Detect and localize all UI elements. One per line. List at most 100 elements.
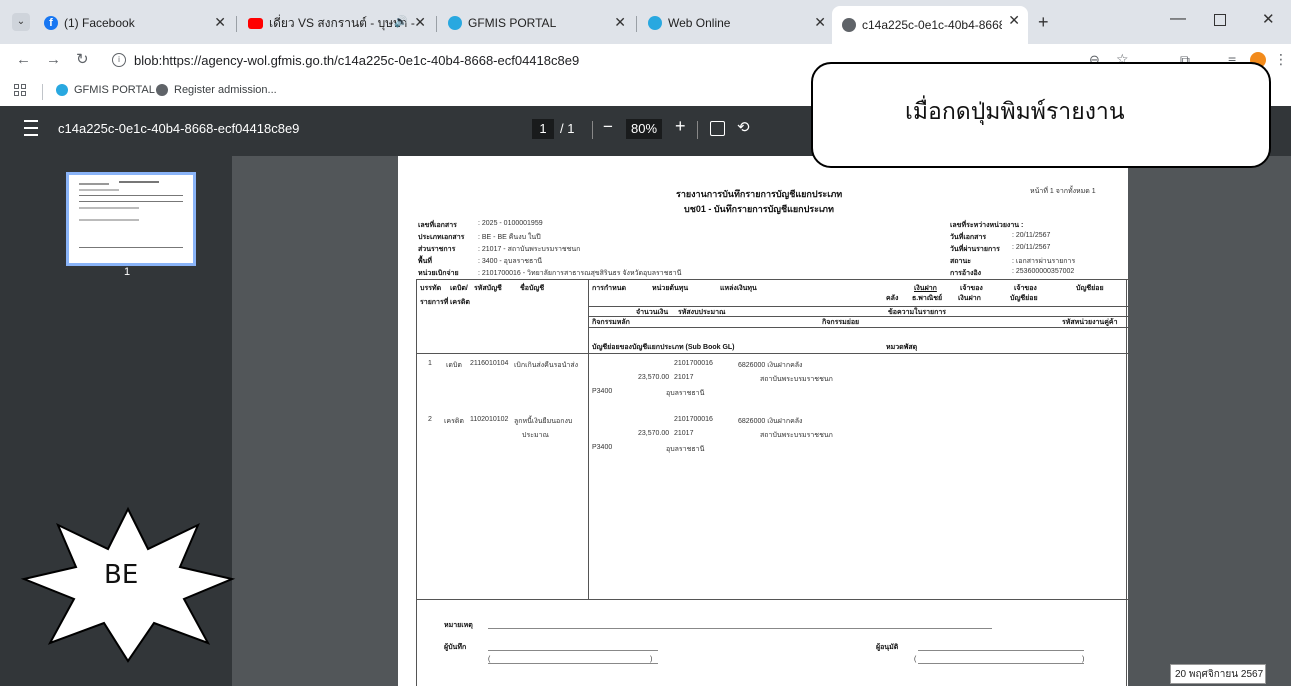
maximize-button[interactable] [1214,14,1226,26]
site-info-icon[interactable]: i [112,53,126,67]
doc-value: : 21017 - สถาบันพระบรมราชชนก [478,246,581,253]
callout-text: เมื่อกดปุ่มพิมพ์รายงาน [905,99,1125,125]
col-header: กิจกรรมย่อย [822,319,860,326]
doc-value: : 20/11/2567 [1012,244,1051,251]
doc-label: เลขที่เอกสาร [418,222,457,229]
tab-separator [236,16,237,32]
doc-label: การอ้างอิง [950,270,982,277]
line-agency: สถาบันพระบรมราชชนก [760,432,833,439]
line-dc: เดบิต [446,362,462,369]
col-header: กิจกรรมหลัก [592,319,630,326]
tab-label: GFMIS PORTAL [468,16,557,30]
line-account-name-2: ประมาณ [522,432,550,439]
col-header: หมวดพัสดุ [886,344,918,351]
table-rule [1126,279,1127,686]
col-header: บัญชีย่อย [1010,295,1038,302]
close-tab-icon[interactable]: ✕ [414,14,426,31]
facebook-icon: f [44,16,58,30]
page-total: / 1 [560,121,575,136]
tab-search-button[interactable]: ⌄ [12,13,30,31]
line-fund: 6826000 เงินฝากคลัง [738,362,803,369]
gfmis-icon [648,16,662,30]
close-tab-icon[interactable]: ✕ [814,14,826,31]
star-label: BE [104,560,139,590]
line-account: 1102010102 [470,416,509,423]
line-no: 1 [428,360,432,367]
thumbnail-label: 1 [124,266,131,278]
tab-gfmis-portal[interactable]: GFMIS PORTAL ✕ [438,8,634,38]
table-rule [416,599,1130,600]
zoom-input[interactable]: 80% [626,119,662,139]
doc-label: ส่วนราชการ [418,246,456,253]
minimize-button[interactable]: — [1170,10,1186,28]
paren-close: ) [650,656,653,663]
bookmark-gfmis[interactable]: GFMIS PORTAL [56,84,155,96]
tab-separator [636,16,637,32]
col-header: หน่วยต้นทุน [652,285,689,292]
doc-value: : 2101700016 - วิทยาลัยการสาธารณสุขสิริน… [478,270,682,277]
page-thumbnail[interactable] [66,172,196,266]
hamburger-menu-icon[interactable] [24,120,38,136]
forward-icon[interactable]: → [46,51,61,68]
new-tab-button[interactable]: + [1038,12,1049,33]
date-tooltip: 20 พฤศจิกายน 2567 [1170,664,1266,684]
remark-line [488,628,992,629]
line-account-name: เบิกเกินส่งคืนรอนำส่ง [514,362,579,369]
col-header: บรรทัด [420,285,442,292]
table-rule [416,279,417,686]
col-header: รายการที่ [420,299,449,306]
apps-icon[interactable] [14,84,26,96]
line-agency: สถาบันพระบรมราชชนก [760,376,833,383]
signature-line [918,650,1084,651]
rotate-icon[interactable]: ⟲ [737,118,750,136]
pdf-page: รายงานการบันทึกรายการบัญชีแยกประเภท บช01… [398,156,1130,686]
report-subtitle: บช01 - บันทึกรายการบัญชีแยกประเภท [684,204,834,214]
bookmark-register[interactable]: Register admission... [156,84,277,96]
tab-label: c14a225c-0e1c-40b4-8668-ecf0 [862,18,1002,32]
tab-youtube[interactable]: เดี่ยว VS สงกรานต์ - บุษบา - Ba 🔊 ✕ [238,8,434,38]
line-account-name: ลูกหนี้เงินยืมนอกงบ [514,418,573,425]
audio-icon[interactable]: 🔊 [394,15,408,28]
tab-web-online[interactable]: Web Online ✕ [638,8,834,38]
paren-open: ( [914,656,917,663]
url-text[interactable]: blob:https://agency-wol.gfmis.go.th/c14a… [134,53,579,68]
close-tab-icon[interactable]: ✕ [214,14,226,31]
paren-close: ) [1082,656,1085,663]
close-window-button[interactable]: ✕ [1262,10,1275,28]
doc-label: เลขที่ระหว่างหน่วยงาน : [950,222,1024,229]
line-amount: 23,570.00 [638,374,670,381]
reload-icon[interactable]: ↻ [76,50,89,68]
tab-separator [436,16,437,32]
menu-icon[interactable]: ⋮ [1274,51,1288,68]
fit-page-icon[interactable] [710,121,725,136]
page-info: หน้าที่ 1 จากทั้งหมด 1 [1030,188,1096,195]
doc-label: สถานะ [950,258,971,265]
close-tab-icon[interactable]: ✕ [614,14,626,31]
doc-value: : 2025 - 0100001959 [478,220,543,227]
close-tab-icon[interactable]: ✕ [1008,12,1020,29]
signature-line [488,650,658,651]
tab-label: Web Online [668,16,731,30]
col-header: ธ.พาณิชย์ [912,295,943,302]
table-rule [416,353,1130,354]
zoom-in-button[interactable]: + [675,116,686,137]
doc-value: : 253600000357002 [1012,268,1075,275]
toolbar-divider [592,121,593,139]
table-rule [588,306,1130,307]
line-budget: 21017 [674,430,694,437]
callout-box: เมื่อกดปุ่มพิมพ์รายงาน [811,62,1271,168]
doc-value: : 20/11/2567 [1012,232,1051,239]
zoom-out-button[interactable]: − [603,117,613,137]
table-rule [588,279,589,599]
col-header: การกำหนด [592,285,627,292]
toolbar-divider [697,121,698,139]
page-number-input[interactable]: 1 [532,119,554,139]
line-fund: 6826000 เงินฝากคลัง [738,418,803,425]
line-no: 2 [428,416,432,423]
bookmark-label: GFMIS PORTAL [74,84,155,96]
col-header: แหล่งเงินทุน [720,285,757,292]
tab-facebook[interactable]: f (1) Facebook ✕ [34,8,234,38]
back-icon[interactable]: ← [16,51,31,68]
tab-pdf-active[interactable]: c14a225c-0e1c-40b4-8668-ecf0 ✕ [832,6,1028,44]
col-header: เครดิต [450,299,470,306]
